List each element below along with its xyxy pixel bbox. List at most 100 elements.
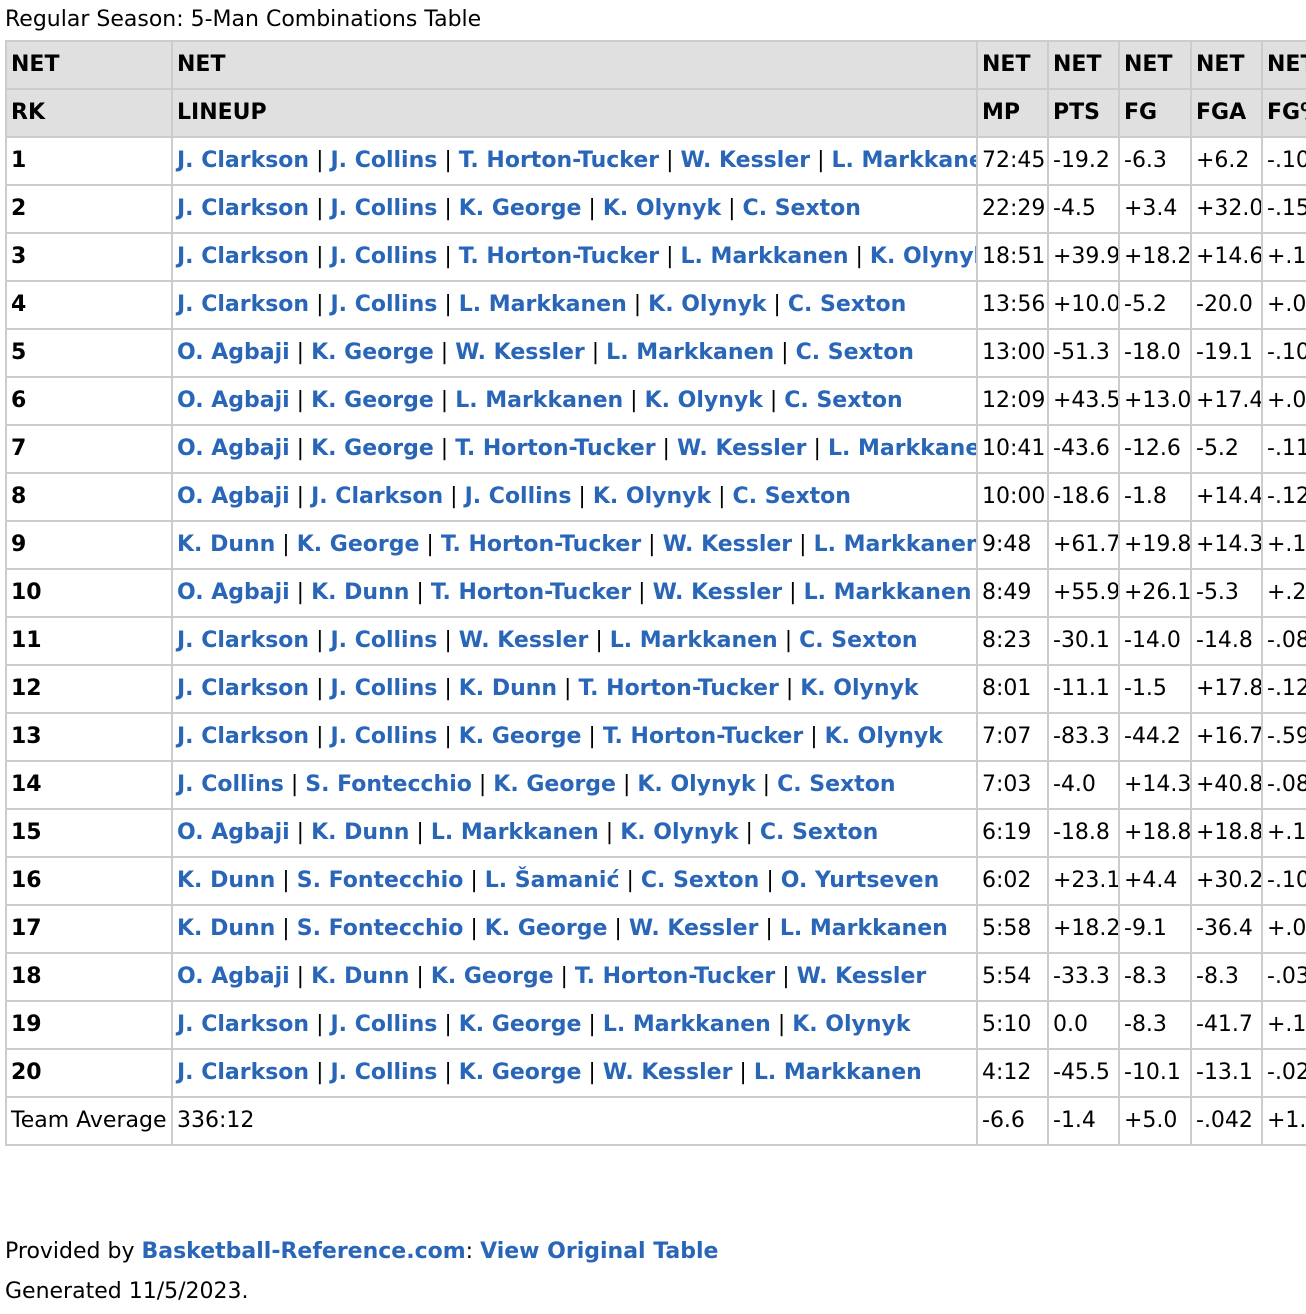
- player-link[interactable]: L. Markkanen: [804, 580, 972, 605]
- player-link[interactable]: O. Agbaji: [177, 820, 290, 845]
- column-header-lineup[interactable]: LINEUP: [171, 88, 978, 138]
- player-link[interactable]: K. Olynyk: [792, 1012, 910, 1037]
- player-link[interactable]: K. Dunn: [177, 532, 275, 557]
- player-link[interactable]: C. Sexton: [799, 628, 917, 653]
- player-link[interactable]: L. Šamanić: [485, 868, 620, 893]
- column-header-rk[interactable]: RK: [5, 88, 173, 138]
- player-link[interactable]: K. Dunn: [311, 820, 409, 845]
- player-link[interactable]: K. George: [459, 1060, 582, 1085]
- player-link[interactable]: J. Collins: [331, 148, 438, 173]
- player-link[interactable]: L. Markkanen: [455, 388, 623, 413]
- player-link[interactable]: S. Fontecchio: [305, 772, 472, 797]
- player-link[interactable]: L. Markkanen: [459, 292, 627, 317]
- player-link[interactable]: W. Kessler: [455, 340, 585, 365]
- player-link[interactable]: T. Horton-Tucker: [459, 148, 659, 173]
- player-link[interactable]: J. Clarkson: [177, 628, 309, 653]
- player-link[interactable]: K. Olynyk: [637, 772, 755, 797]
- player-link[interactable]: T. Horton-Tucker: [575, 964, 775, 989]
- player-link[interactable]: W. Kessler: [459, 628, 589, 653]
- player-link[interactable]: K. George: [431, 964, 554, 989]
- column-header-fg[interactable]: FG: [1118, 88, 1192, 138]
- player-link[interactable]: C. Sexton: [733, 484, 851, 509]
- player-link[interactable]: C. Sexton: [784, 388, 902, 413]
- player-link[interactable]: O. Agbaji: [177, 436, 290, 461]
- player-link[interactable]: J. Collins: [177, 772, 284, 797]
- player-link[interactable]: S. Fontecchio: [297, 868, 464, 893]
- player-link[interactable]: K. Dunn: [459, 676, 557, 701]
- player-link[interactable]: L. Markkanen: [606, 340, 774, 365]
- player-link[interactable]: W. Kessler: [629, 916, 759, 941]
- player-link[interactable]: K. Olynyk: [800, 676, 918, 701]
- player-link[interactable]: J. Collins: [331, 244, 438, 269]
- player-link[interactable]: W. Kessler: [681, 148, 811, 173]
- player-link[interactable]: T. Horton-Tucker: [459, 244, 659, 269]
- player-link[interactable]: J. Collins: [331, 1060, 438, 1085]
- player-link[interactable]: K. Dunn: [177, 868, 275, 893]
- player-link[interactable]: T. Horton-Tucker: [455, 436, 655, 461]
- player-link[interactable]: J. Clarkson: [177, 724, 309, 749]
- player-link[interactable]: J. Collins: [331, 1012, 438, 1037]
- column-header-mp[interactable]: MP: [976, 88, 1049, 138]
- player-link[interactable]: K. Olynyk: [603, 196, 721, 221]
- player-link[interactable]: O. Agbaji: [177, 388, 290, 413]
- player-link[interactable]: K. Olynyk: [645, 388, 763, 413]
- player-link[interactable]: L. Markkanen: [681, 244, 849, 269]
- player-link[interactable]: L. Markkanen: [780, 916, 948, 941]
- player-link[interactable]: J. Collins: [331, 292, 438, 317]
- player-link[interactable]: W. Kessler: [797, 964, 927, 989]
- player-link[interactable]: K. George: [493, 772, 616, 797]
- column-header-pts[interactable]: PTS: [1047, 88, 1120, 138]
- player-link[interactable]: J. Collins: [331, 196, 438, 221]
- player-link[interactable]: L. Markkanen: [832, 148, 976, 173]
- player-link[interactable]: J. Collins: [465, 484, 572, 509]
- player-link[interactable]: K. George: [311, 388, 434, 413]
- player-link[interactable]: K. George: [459, 724, 582, 749]
- player-link[interactable]: L. Markkanen: [431, 820, 599, 845]
- player-link[interactable]: J. Clarkson: [177, 676, 309, 701]
- player-link[interactable]: L. Markkanen: [754, 1060, 922, 1085]
- player-link[interactable]: J. Clarkson: [177, 196, 309, 221]
- player-link[interactable]: L. Markkanen: [610, 628, 778, 653]
- player-link[interactable]: C. Sexton: [788, 292, 906, 317]
- player-link[interactable]: K. George: [311, 340, 434, 365]
- table-scroll-area[interactable]: NET NET NET NET NET NET NET RK LINEUP MP…: [5, 40, 1306, 1146]
- player-link[interactable]: W. Kessler: [663, 532, 793, 557]
- player-link[interactable]: J. Collins: [331, 724, 438, 749]
- player-link[interactable]: W. Kessler: [677, 436, 807, 461]
- player-link[interactable]: T. Horton-Tucker: [578, 676, 778, 701]
- player-link[interactable]: W. Kessler: [653, 580, 783, 605]
- player-link[interactable]: O. Agbaji: [177, 340, 290, 365]
- player-link[interactable]: K. George: [485, 916, 608, 941]
- player-link[interactable]: K. George: [459, 1012, 582, 1037]
- player-link[interactable]: T. Horton-Tucker: [431, 580, 631, 605]
- player-link[interactable]: K. Olynyk: [825, 724, 943, 749]
- player-link[interactable]: C. Sexton: [743, 196, 861, 221]
- player-link[interactable]: K. Dunn: [177, 916, 275, 941]
- player-link[interactable]: C. Sexton: [760, 820, 878, 845]
- player-link[interactable]: K. George: [459, 196, 582, 221]
- player-link[interactable]: O. Agbaji: [177, 580, 290, 605]
- player-link[interactable]: J. Clarkson: [311, 484, 443, 509]
- player-link[interactable]: K. Olynyk: [593, 484, 711, 509]
- player-link[interactable]: T. Horton-Tucker: [441, 532, 641, 557]
- player-link[interactable]: T. Horton-Tucker: [603, 724, 803, 749]
- player-link[interactable]: J. Collins: [331, 628, 438, 653]
- player-link[interactable]: K. Dunn: [311, 964, 409, 989]
- player-link[interactable]: J. Collins: [331, 676, 438, 701]
- player-link[interactable]: K. George: [297, 532, 420, 557]
- player-link[interactable]: K. George: [311, 436, 434, 461]
- player-link[interactable]: K. Olynyk: [620, 820, 738, 845]
- player-link[interactable]: J. Clarkson: [177, 292, 309, 317]
- player-link[interactable]: C. Sexton: [796, 340, 914, 365]
- player-link[interactable]: K. Olynyk: [870, 244, 975, 269]
- source-link[interactable]: Basketball-Reference.com: [141, 1239, 465, 1264]
- player-link[interactable]: C. Sexton: [641, 868, 759, 893]
- player-link[interactable]: C. Sexton: [777, 772, 895, 797]
- player-link[interactable]: L. Markkanen: [814, 532, 975, 557]
- column-header-fga[interactable]: FGA: [1190, 88, 1263, 138]
- player-link[interactable]: K. Olynyk: [648, 292, 766, 317]
- player-link[interactable]: S. Fontecchio: [297, 916, 464, 941]
- player-link[interactable]: J. Clarkson: [177, 1012, 309, 1037]
- player-link[interactable]: W. Kessler: [603, 1060, 733, 1085]
- player-link[interactable]: O. Yurtseven: [781, 868, 940, 893]
